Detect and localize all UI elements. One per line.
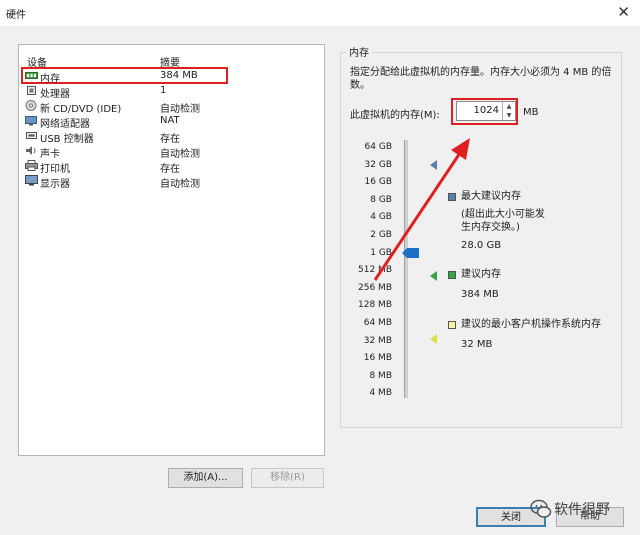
annotation-arrow	[373, 138, 470, 281]
watermark: 软件很野	[528, 494, 638, 524]
wechat-icon	[530, 499, 552, 518]
watermark-text: 软件很野	[554, 502, 610, 518]
